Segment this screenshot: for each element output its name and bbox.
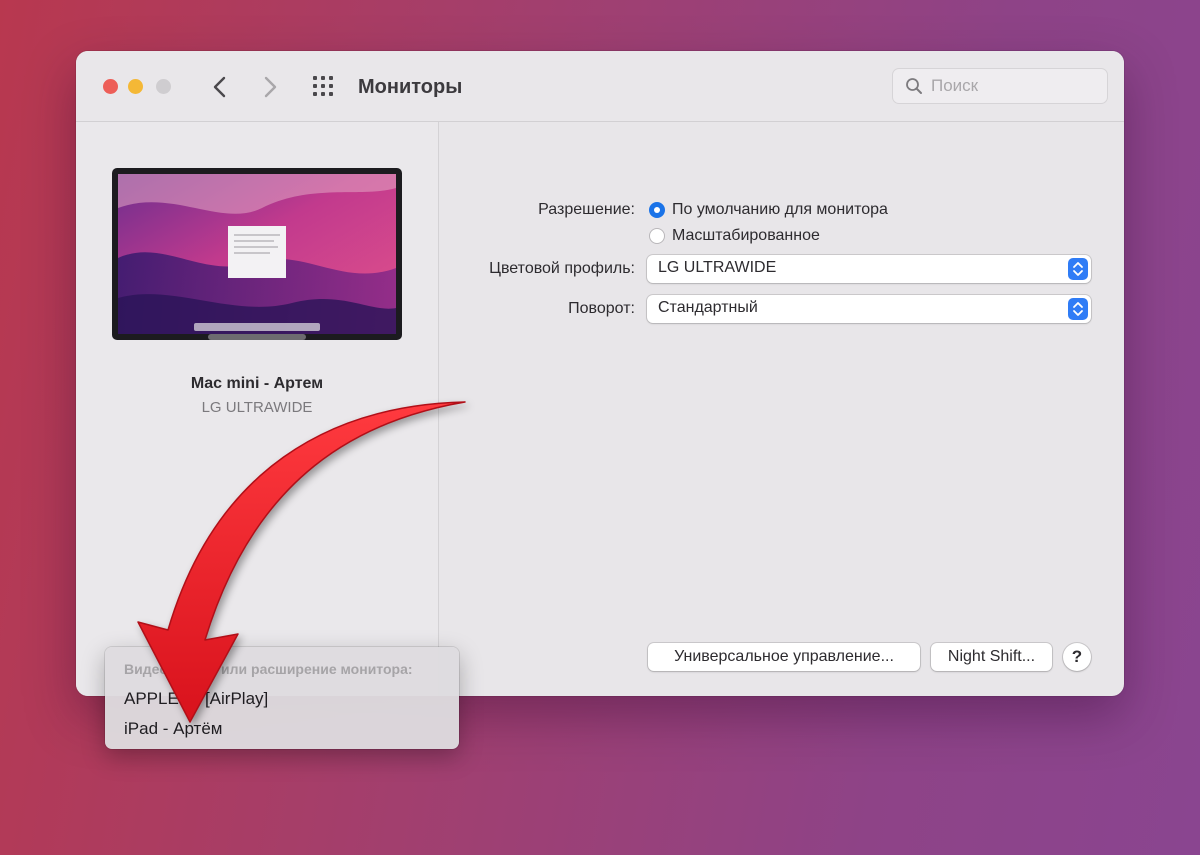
color-profile-label: Цветовой профиль: bbox=[489, 260, 635, 277]
system-preferences-window: Мониторы Поиск Mac mini - Артем LG ULTRA… bbox=[76, 51, 1124, 696]
display-thumbnail[interactable] bbox=[112, 168, 402, 344]
resolution-scaled-radio[interactable] bbox=[649, 228, 665, 244]
back-button[interactable] bbox=[208, 73, 232, 101]
add-display-menu: Видеоповтор или расширение монитора: APP… bbox=[105, 647, 459, 749]
select-stepper-icon bbox=[1068, 298, 1088, 320]
menu-item-ipad[interactable]: iPad - Артём bbox=[124, 719, 222, 739]
monitor-icon bbox=[112, 168, 402, 340]
color-profile-value: LG ULTRAWIDE bbox=[658, 259, 777, 276]
rotation-label: Поворот: bbox=[568, 300, 635, 317]
menu-item-apple-tv[interactable]: APPLE TV[AirPlay] bbox=[124, 689, 268, 709]
resolution-scaled-label[interactable]: Масштабированное bbox=[672, 227, 820, 245]
display-model: LG ULTRAWIDE bbox=[201, 399, 313, 416]
help-button[interactable]: ? bbox=[1063, 643, 1091, 671]
show-all-button[interactable] bbox=[312, 75, 336, 99]
forward-button[interactable] bbox=[258, 73, 282, 101]
rotation-select[interactable]: Стандартный bbox=[647, 295, 1091, 323]
search-input[interactable] bbox=[931, 69, 1091, 103]
chevron-right-icon bbox=[264, 76, 277, 98]
resolution-label: Разрешение: bbox=[538, 201, 635, 218]
close-window-button[interactable] bbox=[103, 79, 118, 94]
select-stepper-icon bbox=[1068, 258, 1088, 280]
resolution-default-label[interactable]: По умолчанию для монитора bbox=[672, 201, 888, 219]
color-profile-select[interactable]: LG ULTRAWIDE bbox=[647, 255, 1091, 283]
display-name: Mac mini - Артем bbox=[190, 375, 324, 392]
search-field[interactable] bbox=[892, 68, 1108, 104]
resolution-default-radio[interactable] bbox=[649, 202, 665, 218]
search-icon bbox=[906, 78, 922, 94]
rotation-value: Стандартный bbox=[658, 299, 758, 316]
window-title: Мониторы bbox=[358, 76, 463, 98]
menu-header: Видеоповтор или расширение монитора: bbox=[124, 661, 413, 677]
title-bar: Мониторы bbox=[76, 51, 1124, 122]
night-shift-button[interactable]: Night Shift... bbox=[931, 643, 1052, 671]
chevron-left-icon bbox=[213, 76, 226, 98]
zoom-window-button[interactable] bbox=[156, 79, 171, 94]
universal-control-button[interactable]: Универсальное управление... bbox=[648, 643, 920, 671]
display-sidebar: Mac mini - Артем LG ULTRAWIDE bbox=[76, 122, 439, 696]
display-settings-panel: Разрешение: По умолчанию для монитора Ма… bbox=[439, 122, 1124, 696]
minimize-window-button[interactable] bbox=[128, 79, 143, 94]
